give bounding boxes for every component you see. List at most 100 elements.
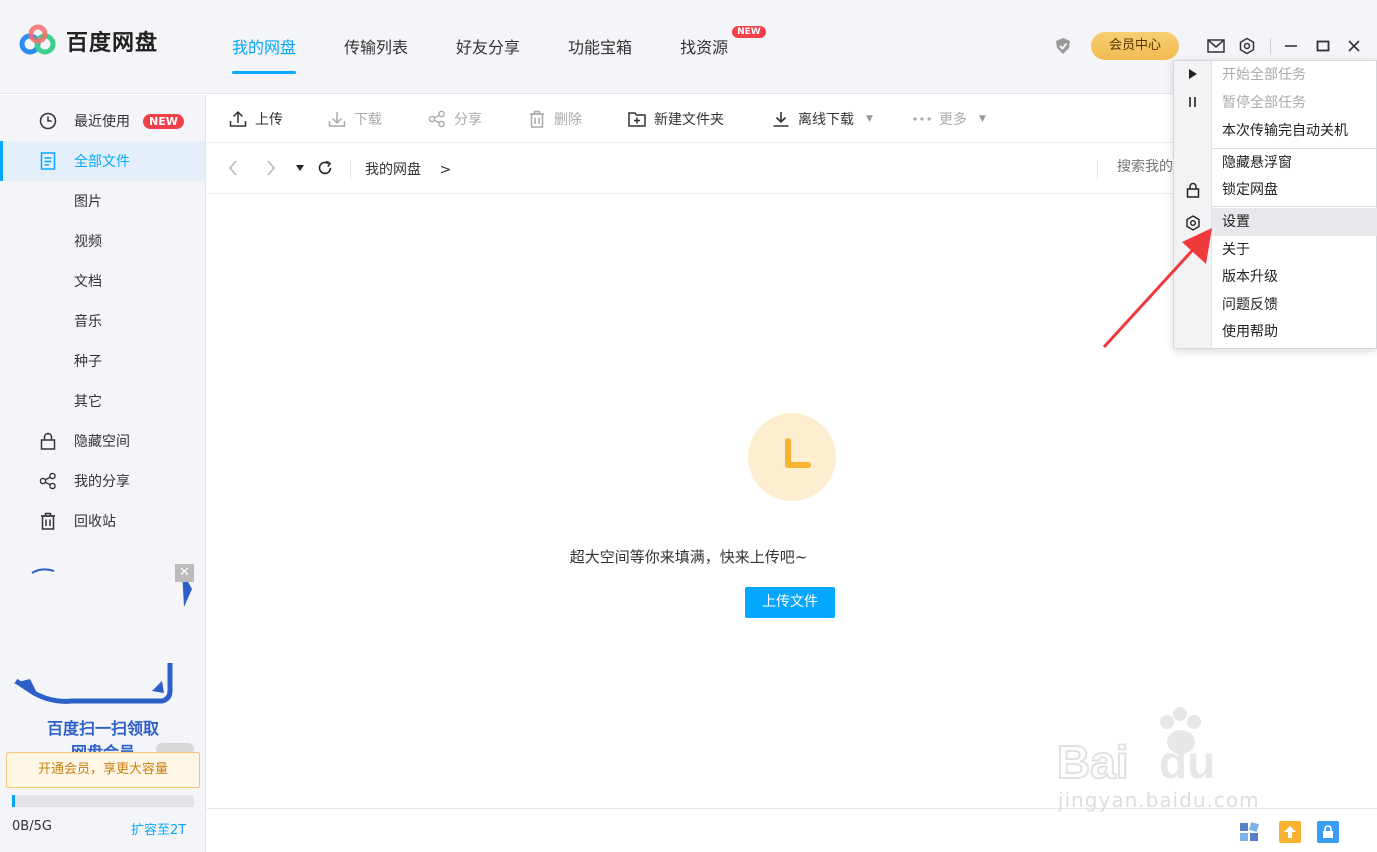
upload-button[interactable]: 上传 — [229, 95, 283, 143]
sidebar-item-label: 种子 — [74, 354, 102, 370]
search-divider — [1097, 159, 1098, 179]
lock-icon[interactable] — [1317, 821, 1339, 843]
sidebar-item-label: 图片 — [74, 194, 102, 210]
empty-clock-icon — [748, 413, 836, 501]
tab-toolbox[interactable]: 功能宝箱 — [568, 34, 632, 74]
tab-friend-share[interactable]: 好友分享 — [456, 34, 520, 74]
refresh-icon[interactable] — [315, 158, 335, 178]
sidebar-item-torrents[interactable]: 种子 — [0, 341, 205, 381]
menu-item-lock-disk[interactable]: 锁定网盘 — [1212, 176, 1377, 204]
sidebar-item-label: 全部文件 — [74, 154, 130, 170]
watermark-url: jingyan.baidu.com — [1058, 788, 1260, 812]
forward-icon[interactable] — [261, 158, 281, 178]
titlebar-divider — [1270, 38, 1271, 54]
sidebar-item-images[interactable]: 图片 — [0, 181, 205, 221]
upgrade-vip-button[interactable]: 开通会员，享更大容量 — [6, 752, 200, 788]
sidebar-item-documents[interactable]: 文档 — [0, 261, 205, 301]
sidebar-item-other[interactable]: 其它 — [0, 381, 205, 421]
share-icon — [428, 110, 446, 128]
expand-storage-link[interactable]: 扩容至2T — [131, 819, 186, 838]
new-folder-button[interactable]: 新建文件夹 — [628, 95, 724, 143]
apps-grid-icon[interactable] — [1238, 821, 1260, 843]
lock-icon — [1183, 180, 1203, 200]
chevron-down-icon: ▼ — [979, 114, 986, 124]
sidebar-item-videos[interactable]: 视频 — [0, 221, 205, 261]
tab-find-resources[interactable]: 找资源 NEW — [680, 26, 766, 74]
settings-gear-icon[interactable] — [1237, 36, 1257, 56]
storage-quota-text: 0B/5G — [12, 819, 52, 834]
main-nav: 我的网盘 传输列表 好友分享 功能宝箱 找资源 NEW — [232, 26, 776, 74]
menu-item-about[interactable]: 关于 — [1212, 236, 1377, 264]
pause-icon — [1183, 92, 1203, 112]
upload-icon — [229, 110, 247, 128]
menu-item-help[interactable]: 使用帮助 — [1212, 318, 1377, 346]
sidebar-item-my-shares[interactable]: 我的分享 — [0, 461, 205, 501]
sidebar-item-label: 回收站 — [74, 514, 116, 530]
sidebar-item-label: 我的分享 — [74, 474, 130, 490]
new-badge: NEW — [143, 113, 184, 129]
share-icon — [38, 471, 58, 491]
more-label: 更多 — [939, 112, 967, 128]
close-icon[interactable] — [1344, 36, 1364, 56]
tab-label: 找资源 — [680, 38, 729, 57]
menu-divider — [1212, 206, 1377, 207]
more-button[interactable]: 更多 ▼ — [913, 95, 986, 143]
new-badge: NEW — [732, 26, 766, 38]
lock-icon — [38, 431, 58, 451]
tab-label: 功能宝箱 — [568, 38, 633, 57]
vip-shield-icon[interactable] — [1053, 36, 1073, 56]
maximize-icon[interactable] — [1313, 36, 1333, 56]
tab-transfer-list[interactable]: 传输列表 — [344, 34, 408, 74]
breadcrumb: 我的网盘 > — [365, 159, 451, 179]
share-button[interactable]: 分享 — [428, 95, 482, 143]
upload-arrow-icon[interactable] — [1279, 821, 1301, 843]
search-input[interactable] — [1117, 159, 1177, 175]
svg-text:du: du — [1159, 736, 1215, 788]
clock-icon — [38, 111, 58, 131]
offline-download-button[interactable]: 离线下载 ▼ — [772, 95, 873, 143]
delete-button[interactable]: 删除 — [528, 95, 582, 143]
svg-text:Bai: Bai — [1057, 736, 1129, 788]
sidebar-item-hidden-space[interactable]: 隐藏空间 — [0, 421, 205, 461]
sidebar-item-all-files[interactable]: 全部文件 — [0, 141, 205, 181]
annotation-arrow-icon — [1100, 220, 1220, 350]
breadcrumb-separator: > — [439, 162, 452, 178]
trash-icon — [38, 511, 58, 531]
storage-quota-fill — [12, 795, 15, 807]
sidebar-item-label: 视频 — [74, 234, 102, 250]
path-divider — [350, 159, 351, 179]
menu-item-upgrade[interactable]: 版本升级 — [1212, 263, 1377, 291]
menu-item-start-all[interactable]: 开始全部任务 — [1212, 61, 1377, 89]
logo-text: 百度网盘 — [66, 31, 159, 56]
mail-icon[interactable] — [1206, 36, 1226, 56]
app-logo: 百度网盘 — [18, 24, 158, 58]
file-icon — [38, 151, 58, 171]
download-button[interactable]: 下载 — [328, 95, 382, 143]
sidebar-item-label: 隐藏空间 — [74, 434, 130, 450]
sidebar: 最近使用 NEW 全部文件 图片 视频 文档 音乐 种子 其它 隐藏空间 我的分… — [0, 95, 206, 852]
upload-file-button[interactable]: 上传文件 — [745, 587, 835, 618]
tab-label: 传输列表 — [344, 38, 409, 57]
tab-my-netdisk[interactable]: 我的网盘 — [232, 34, 297, 74]
sidebar-item-label: 其它 — [74, 394, 102, 410]
menu-item-feedback[interactable]: 问题反馈 — [1212, 291, 1377, 319]
download-icon — [772, 110, 790, 128]
new-folder-icon — [628, 110, 646, 128]
baidu-netdisk-logo-icon — [18, 24, 58, 58]
offline-download-label: 离线下载 — [798, 112, 854, 128]
menu-item-auto-shutdown[interactable]: 本次传输完自动关机 — [1212, 117, 1377, 145]
sidebar-item-recent[interactable]: 最近使用 NEW — [0, 101, 205, 141]
sidebar-item-music[interactable]: 音乐 — [0, 301, 205, 341]
back-icon[interactable] — [223, 158, 243, 178]
vip-center-button[interactable]: 会员中心 — [1091, 32, 1179, 60]
breadcrumb-item-root[interactable]: 我的网盘 — [365, 162, 421, 178]
menu-item-hide-float[interactable]: 隐藏悬浮窗 — [1212, 149, 1377, 177]
menu-item-pause-all[interactable]: 暂停全部任务 — [1212, 89, 1377, 117]
history-dropdown-icon[interactable] — [290, 158, 310, 178]
empty-message: 超大空间等你来填满，快来上传吧~ — [569, 548, 808, 566]
sidebar-item-label: 最近使用 — [74, 114, 130, 130]
delete-label: 删除 — [554, 112, 582, 128]
minimize-icon[interactable] — [1281, 36, 1301, 56]
sidebar-item-recycle-bin[interactable]: 回收站 — [0, 501, 205, 541]
menu-item-settings[interactable]: 设置 — [1212, 208, 1377, 236]
